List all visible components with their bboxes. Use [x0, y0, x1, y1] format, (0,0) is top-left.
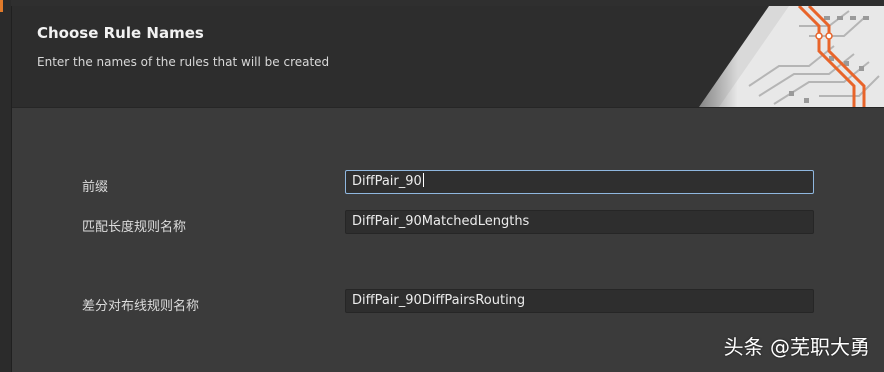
watermark-text: 头条 @芜职大勇 — [723, 335, 870, 359]
prefix-input[interactable]: DiffPair_90 — [345, 170, 814, 194]
wizard-page: Choose Rule Names Enter the names of the… — [0, 0, 884, 372]
diffpair-routing-rule-label: 差分对布线规则名称 — [82, 299, 200, 314]
page-subtitle: Enter the names of the rules that will b… — [37, 55, 330, 69]
matched-lengths-rule-label: 匹配长度规则名称 — [82, 220, 187, 235]
circuit-board-banner-image — [659, 6, 884, 107]
prefix-label: 前缀 — [82, 180, 109, 195]
prefix-input-value: DiffPair_90 — [352, 174, 422, 189]
accent-marker — [0, 0, 3, 12]
page-title: Choose Rule Names — [37, 24, 204, 42]
left-panel-strip — [0, 0, 12, 372]
diffpair-routing-rule-input[interactable]: DiffPair_90DiffPairsRouting — [345, 289, 814, 313]
matched-lengths-rule-input[interactable]: DiffPair_90MatchedLengths — [345, 210, 814, 234]
wizard-header: Choose Rule Names Enter the names of the… — [12, 6, 884, 108]
text-caret — [422, 173, 424, 187]
